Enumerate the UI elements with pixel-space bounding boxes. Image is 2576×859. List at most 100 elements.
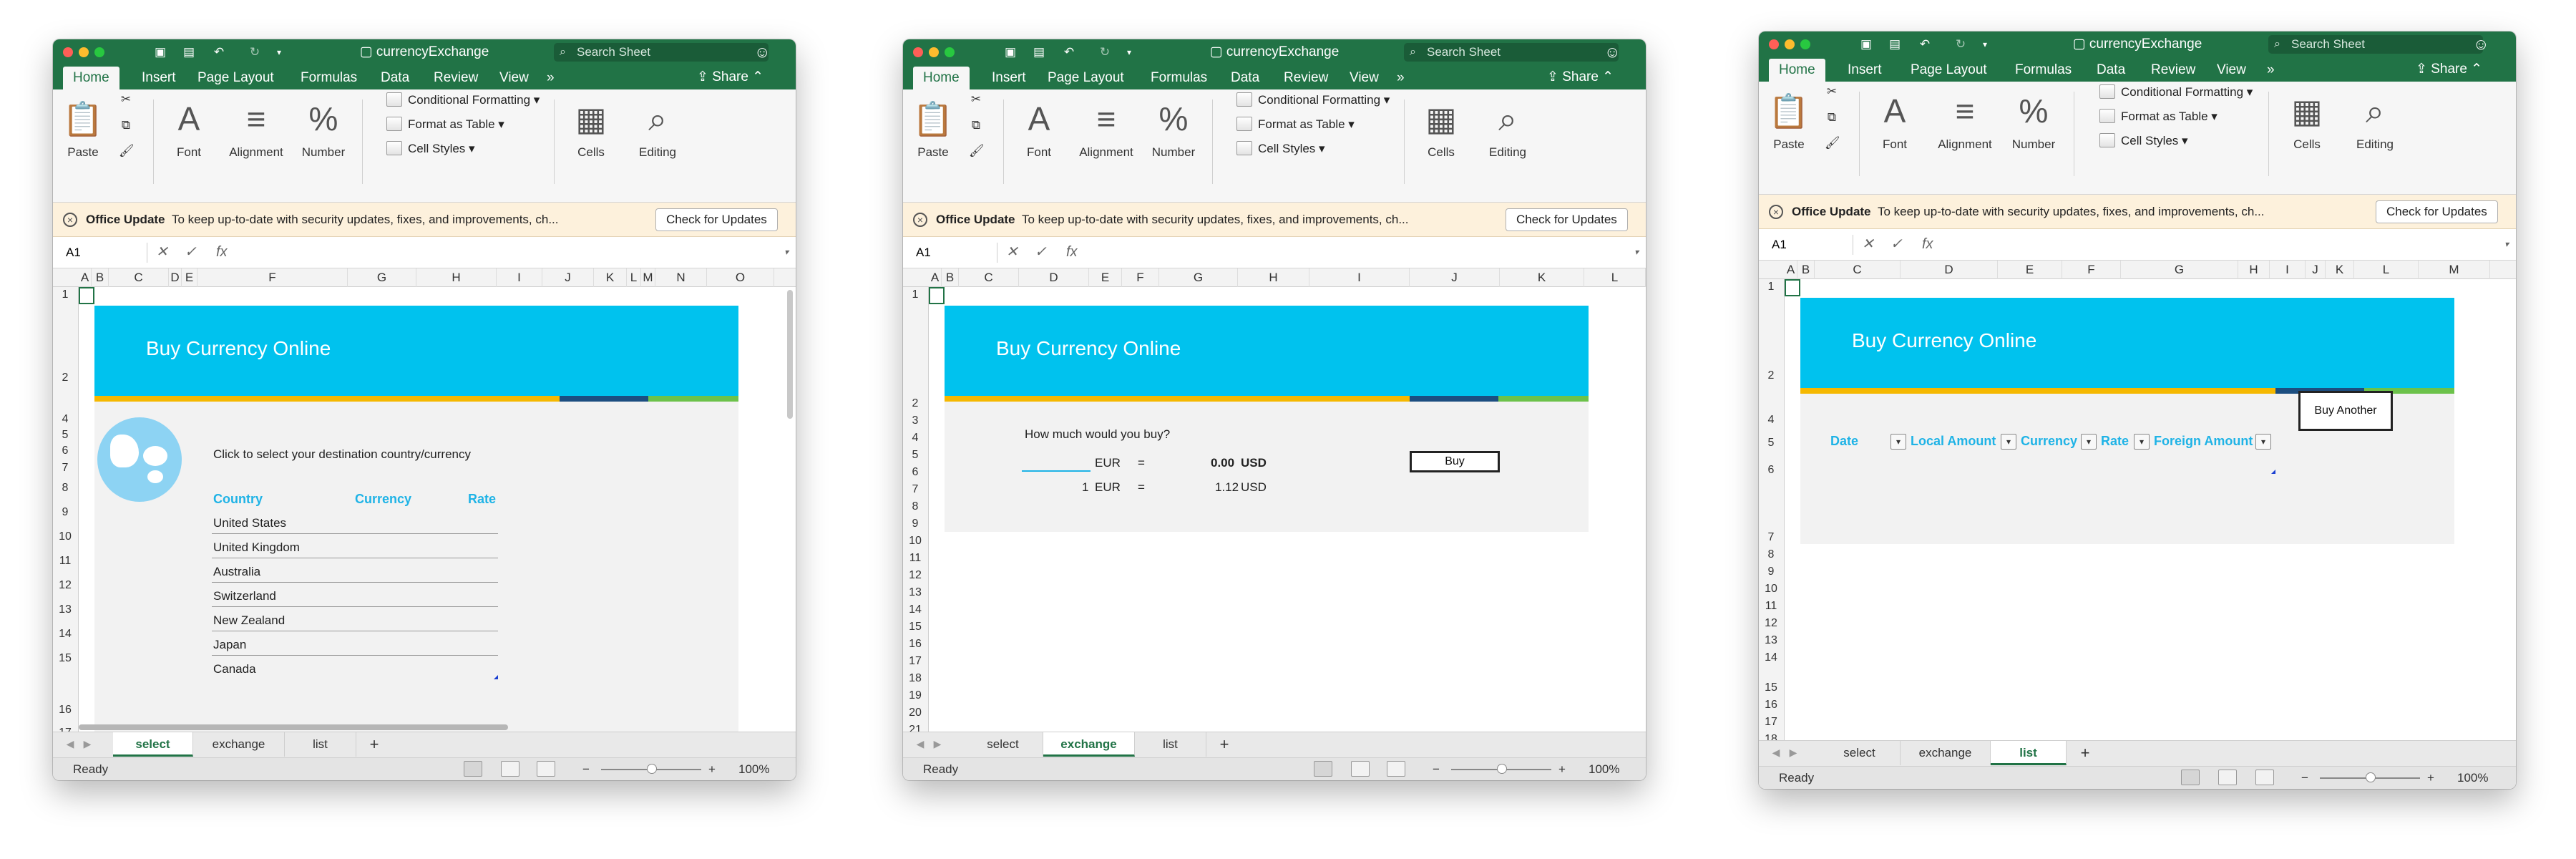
- tab-review[interactable]: Review: [1274, 67, 1338, 89]
- filter-dropdown-currency[interactable]: ▾: [2081, 434, 2097, 450]
- row-12[interactable]: 12: [1759, 617, 1783, 630]
- col-C[interactable]: C: [959, 268, 1019, 287]
- row-12[interactable]: 12: [903, 569, 927, 582]
- search-sheet-input[interactable]: ⌕ Search Sheet: [1404, 43, 1619, 62]
- zoom-window-button[interactable]: [1800, 39, 1810, 49]
- conditional-formatting-button[interactable]: Conditional Formatting ▾: [2099, 82, 2253, 103]
- cut-icon[interactable]: ✂: [119, 92, 133, 107]
- formula-expand-icon[interactable]: ▾: [2504, 233, 2509, 255]
- row-11[interactable]: 11: [903, 552, 927, 565]
- row-2[interactable]: 2: [1759, 369, 1783, 382]
- col-E[interactable]: E: [1998, 261, 2062, 279]
- row-18[interactable]: 18: [1759, 733, 1783, 740]
- check-updates-button[interactable]: Check for Updates: [2376, 200, 2498, 223]
- row-1[interactable]: 1: [53, 288, 77, 301]
- page-break-view-icon[interactable]: [537, 761, 555, 777]
- selected-cell-a1[interactable]: [79, 287, 94, 304]
- name-box[interactable]: A1: [913, 243, 997, 263]
- editing-group-button[interactable]: ⌕ Editing: [2343, 89, 2407, 152]
- row-15[interactable]: 15: [53, 652, 77, 665]
- sheet-tab-select[interactable]: select: [963, 732, 1043, 757]
- next-sheet-icon[interactable]: ▶: [1786, 745, 1800, 759]
- close-window-button[interactable]: [1769, 39, 1779, 49]
- zoom-slider-knob[interactable]: [1497, 764, 1507, 774]
- paste-button[interactable]: 📋 Paste: [1767, 89, 1810, 152]
- customize-toolbar-icon[interactable]: ▾: [1978, 37, 1992, 52]
- font-group-button[interactable]: A Font: [1873, 89, 1916, 152]
- format-painter-icon[interactable]: 🖌: [1825, 136, 1840, 150]
- page-break-view-icon[interactable]: [2255, 770, 2274, 785]
- col-G[interactable]: G: [348, 268, 416, 287]
- row-4[interactable]: 4: [1759, 414, 1783, 427]
- font-group-button[interactable]: A Font: [167, 97, 210, 160]
- name-box[interactable]: A1: [1769, 235, 1853, 255]
- sheet-tab-exchange[interactable]: exchange: [1901, 741, 1991, 765]
- row-16[interactable]: 16: [53, 704, 77, 717]
- search-sheet-input[interactable]: ⌕ Search Sheet: [554, 43, 769, 62]
- row-8[interactable]: 8: [903, 500, 927, 513]
- redo-icon[interactable]: ↻: [248, 45, 262, 59]
- row-5[interactable]: 5: [903, 449, 927, 462]
- tab-view[interactable]: View: [489, 67, 539, 89]
- redo-icon[interactable]: ↻: [1953, 37, 1968, 52]
- feedback-smiley-icon[interactable]: ☺: [754, 43, 777, 62]
- row-7[interactable]: 7: [53, 462, 77, 475]
- tab-insert[interactable]: Insert: [132, 67, 186, 89]
- row-2[interactable]: 2: [53, 372, 77, 384]
- page-layout-view-icon[interactable]: [1351, 761, 1370, 777]
- country-new-zealand[interactable]: New Zealand: [213, 613, 285, 628]
- cell-styles-button[interactable]: Cell Styles ▾: [2099, 130, 2188, 152]
- filter-dropdown-local-amount[interactable]: ▾: [2001, 434, 2016, 450]
- row-19[interactable]: 19: [903, 689, 927, 702]
- undo-icon[interactable]: ↶: [1918, 37, 1932, 52]
- tab-formulas[interactable]: Formulas: [1141, 67, 1217, 89]
- col-M[interactable]: M: [2419, 261, 2490, 279]
- row-8[interactable]: 8: [53, 482, 77, 495]
- prev-sheet-icon[interactable]: ◀: [63, 737, 77, 751]
- row-3[interactable]: 3: [903, 414, 927, 427]
- country-australia[interactable]: Australia: [213, 565, 260, 579]
- row-5[interactable]: 5: [53, 429, 77, 442]
- check-updates-button[interactable]: Check for Updates: [1506, 208, 1628, 231]
- dismiss-icon[interactable]: ×: [1769, 205, 1783, 219]
- cell-styles-button[interactable]: Cell Styles ▾: [1236, 138, 1325, 160]
- cut-icon[interactable]: ✂: [969, 92, 983, 107]
- tab-insert[interactable]: Insert: [982, 67, 1036, 89]
- insert-function-button[interactable]: fx: [1066, 241, 1078, 263]
- customize-toolbar-icon[interactable]: ▾: [1122, 45, 1136, 59]
- row-10[interactable]: 10: [53, 530, 77, 543]
- add-sheet-button[interactable]: +: [356, 732, 392, 757]
- page-layout-view-icon[interactable]: [501, 761, 519, 777]
- sheet-tab-list[interactable]: list: [285, 732, 356, 757]
- zoom-out-icon[interactable]: −: [582, 758, 590, 780]
- row-17[interactable]: 17: [903, 655, 927, 668]
- prev-sheet-icon[interactable]: ◀: [1769, 745, 1783, 759]
- row-14[interactable]: 14: [903, 603, 927, 616]
- more-tabs-button[interactable]: »: [537, 67, 565, 89]
- worksheet-area[interactable]: A B C D E F G H I J K L M 1 2 4 5 6 7 8 …: [1759, 261, 2516, 740]
- conditional-formatting-button[interactable]: Conditional Formatting ▾: [386, 89, 540, 111]
- col-G[interactable]: G: [2121, 261, 2238, 279]
- worksheet-area[interactable]: A B C D E F G H I J K L M N O 1 2 4 5 6 …: [53, 268, 796, 732]
- number-group-button[interactable]: % Number: [295, 97, 352, 160]
- sidebar-icon[interactable]: ▣: [1859, 37, 1873, 52]
- dismiss-icon[interactable]: ×: [913, 213, 927, 227]
- tab-view[interactable]: View: [1340, 67, 1389, 89]
- close-window-button[interactable]: [63, 47, 73, 57]
- save-icon[interactable]: ▤: [182, 45, 196, 59]
- tab-home[interactable]: Home: [913, 67, 970, 89]
- more-tabs-button[interactable]: »: [1387, 67, 1415, 89]
- col-I[interactable]: I: [1309, 268, 1410, 287]
- save-icon[interactable]: ▤: [1888, 37, 1902, 52]
- col-N[interactable]: N: [655, 268, 707, 287]
- tab-page-layout[interactable]: Page Layout: [1038, 67, 1134, 89]
- sidebar-icon[interactable]: ▣: [153, 45, 167, 59]
- zoom-slider-knob[interactable]: [647, 764, 657, 774]
- format-as-table-button[interactable]: Format as Table ▾: [1236, 114, 1355, 135]
- row-13[interactable]: 13: [1759, 634, 1783, 647]
- close-window-button[interactable]: [913, 47, 923, 57]
- zoom-out-icon[interactable]: −: [1433, 758, 1440, 780]
- col-A[interactable]: A: [79, 268, 92, 287]
- cells-group-button[interactable]: ▦ Cells: [2278, 89, 2336, 152]
- tab-home[interactable]: Home: [63, 67, 119, 89]
